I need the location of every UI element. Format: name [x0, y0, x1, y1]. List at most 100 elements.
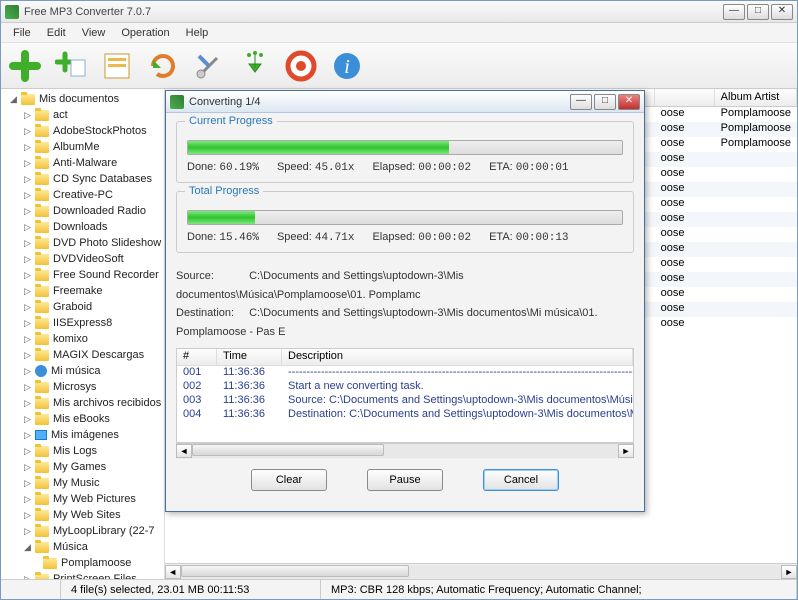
expand-icon[interactable]: ▷ — [23, 463, 32, 472]
expand-icon[interactable]: ▷ — [23, 287, 32, 296]
tree-item[interactable]: ▷My Games — [3, 459, 162, 475]
tree-item[interactable]: ▷My Music — [3, 475, 162, 491]
dialog-maximize-button[interactable]: □ — [594, 94, 616, 110]
total-progress-group: Total Progress Done:15.46% Speed:44.71x … — [176, 191, 634, 253]
cancel-button[interactable]: Cancel — [483, 469, 559, 491]
folder-icon — [35, 414, 49, 425]
folder-icon — [35, 206, 49, 217]
pause-button[interactable]: Pause — [367, 469, 443, 491]
tree-item[interactable]: ▷komixo — [3, 331, 162, 347]
dialog-close-button[interactable]: ✕ — [618, 94, 640, 110]
tree-item[interactable]: ▷ My Web Sites — [3, 507, 162, 523]
menu-edit[interactable]: Edit — [39, 25, 74, 41]
expand-icon[interactable]: ▷ — [23, 447, 32, 456]
collapse-icon[interactable]: ◢ — [9, 95, 18, 104]
folder-icon — [35, 526, 49, 537]
expand-icon[interactable]: ▷ — [23, 255, 32, 264]
tree-item[interactable]: ▷ Downloads — [3, 219, 162, 235]
tree-item[interactable]: ▷DVD Photo Slideshow — [3, 235, 162, 251]
tree-item[interactable]: ▷Mis archivos recibidos — [3, 395, 162, 411]
settings-button[interactable] — [191, 48, 227, 84]
log-row: 00111:36:36-----------------------------… — [177, 366, 633, 380]
expand-icon[interactable]: ▷ — [23, 431, 32, 440]
tree-item[interactable]: ▷Mis Logs — [3, 443, 162, 459]
add-list-button[interactable] — [99, 48, 135, 84]
tree-item[interactable]: ◢Música — [3, 539, 162, 555]
tree-item[interactable]: Pomplamoose — [3, 555, 162, 571]
tree-item[interactable]: ▷Anti-Malware — [3, 155, 162, 171]
refresh-button[interactable] — [145, 48, 181, 84]
clear-button[interactable]: Clear — [251, 469, 327, 491]
folder-tree[interactable]: ◢ Mis documentos ▷act▷AdobeStockPhotos▷A… — [1, 89, 165, 579]
expand-icon[interactable]: ▷ — [23, 175, 32, 184]
expand-icon[interactable]: ▷ — [23, 191, 32, 200]
expand-icon[interactable]: ▷ — [23, 527, 32, 536]
expand-icon[interactable]: ▷ — [23, 399, 32, 408]
tree-item[interactable]: ▷DVDVideoSoft — [3, 251, 162, 267]
tree-item-label: Downloads — [53, 221, 107, 233]
help-button[interactable] — [283, 48, 319, 84]
statusbar: 4 file(s) selected, 23.01 MB 00:11:53 MP… — [1, 579, 797, 599]
expand-icon[interactable]: ▷ — [23, 303, 32, 312]
expand-icon[interactable]: ▷ — [23, 495, 32, 504]
tree-item[interactable]: ▷Mis imágenes — [3, 427, 162, 443]
tree-item[interactable]: ▷Downloaded Radio — [3, 203, 162, 219]
tree-item[interactable]: ▷Creative-PC — [3, 187, 162, 203]
expand-icon[interactable]: ▷ — [23, 335, 32, 344]
expand-icon[interactable]: ▷ — [23, 511, 32, 520]
expand-icon[interactable]: ▷ — [23, 223, 32, 232]
menu-view[interactable]: View — [74, 25, 114, 41]
folder-icon — [35, 142, 49, 153]
tree-item[interactable]: ▷Microsys — [3, 379, 162, 395]
expand-icon[interactable]: ▷ — [23, 383, 32, 392]
tree-item[interactable]: ▷AlbumMe — [3, 139, 162, 155]
content-scrollbar[interactable]: ◄► — [165, 563, 797, 579]
tree-item[interactable]: ▷ CD Sync Databases — [3, 171, 162, 187]
tree-item[interactable]: ▷Freemake — [3, 283, 162, 299]
expand-icon[interactable]: ▷ — [23, 415, 32, 424]
tree-item[interactable]: ▷act — [3, 107, 162, 123]
tree-item[interactable]: ▷Mis eBooks — [3, 411, 162, 427]
tree-item[interactable]: ▷AdobeStockPhotos — [3, 123, 162, 139]
menu-help[interactable]: Help — [178, 25, 217, 41]
expand-icon[interactable]: ◢ — [23, 543, 32, 552]
tree-item[interactable]: ▷PrintScreen Files — [3, 571, 162, 579]
log-row: 00311:36:36Source: C:\Documents and Sett… — [177, 394, 633, 408]
dialog-titlebar[interactable]: Converting 1/4 — □ ✕ — [166, 91, 644, 113]
tree-item[interactable]: ▷ Graboid — [3, 299, 162, 315]
expand-icon[interactable]: ▷ — [23, 143, 32, 152]
dialog-minimize-button[interactable]: — — [570, 94, 592, 110]
menu-operation[interactable]: Operation — [113, 25, 177, 41]
info-button[interactable]: i — [329, 48, 365, 84]
expand-icon[interactable]: ▷ — [23, 111, 32, 120]
expand-icon[interactable]: ▷ — [23, 319, 32, 328]
expand-icon[interactable]: ▷ — [23, 207, 32, 216]
expand-icon[interactable]: ▷ — [23, 271, 32, 280]
tree-item[interactable]: ▷IISExpress8 — [3, 315, 162, 331]
minimize-button[interactable]: — — [723, 4, 745, 20]
folder-icon — [35, 238, 49, 249]
tree-root-item[interactable]: ◢ Mis documentos — [3, 91, 162, 107]
column-album-artist[interactable]: Album Artist — [715, 89, 797, 106]
tree-item[interactable]: ▷Mi música — [3, 363, 162, 379]
maximize-button[interactable]: □ — [747, 4, 769, 20]
add-folder-button[interactable] — [53, 48, 89, 84]
tree-item-label: Graboid — [53, 301, 92, 313]
expand-icon[interactable]: ▷ — [23, 351, 32, 360]
tree-item-label: CD Sync Databases — [53, 173, 152, 185]
log-scrollbar[interactable]: ◄► — [176, 443, 634, 459]
tree-item[interactable]: ▷Free Sound Recorder — [3, 267, 162, 283]
expand-icon[interactable]: ▷ — [23, 127, 32, 136]
tree-item[interactable]: ▷MyLoopLibrary (22-7 — [3, 523, 162, 539]
expand-icon[interactable]: ▷ — [23, 367, 32, 376]
add-file-button[interactable] — [7, 48, 43, 84]
menu-file[interactable]: File — [5, 25, 39, 41]
download-button[interactable] — [237, 48, 273, 84]
close-button[interactable]: ✕ — [771, 4, 793, 20]
tree-item[interactable]: ▷My Web Pictures — [3, 491, 162, 507]
expand-icon[interactable]: ▷ — [23, 159, 32, 168]
expand-icon[interactable]: ▷ — [23, 479, 32, 488]
tree-item-label: My Web Sites — [53, 509, 121, 521]
tree-item[interactable]: ▷MAGIX Descargas — [3, 347, 162, 363]
expand-icon[interactable]: ▷ — [23, 239, 32, 248]
